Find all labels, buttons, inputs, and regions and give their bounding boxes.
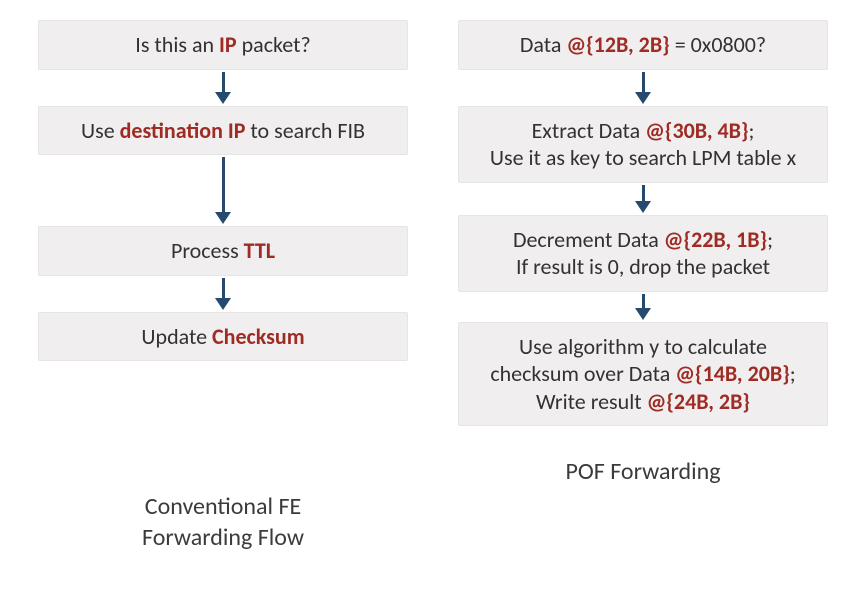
arrow-down-icon — [215, 157, 231, 224]
text: Update — [141, 323, 212, 350]
right-column: Data @{12B, 2B} = 0x0800? Extract Data @… — [458, 20, 828, 553]
left-step-1: Is this an IP packet? — [38, 20, 408, 70]
text: = 0x0800? — [670, 31, 766, 58]
left-label: Conventional FEForwarding Flow — [142, 491, 304, 553]
text: Process — [171, 237, 244, 264]
left-step-2: Use destination IP to search FIB — [38, 106, 408, 156]
text: Data — [520, 31, 566, 58]
left-step-3: Process TTL — [38, 226, 408, 276]
right-step-3: Decrement Data @{22B, 1B};If result is 0… — [458, 215, 828, 292]
highlight: @{12B, 2B} — [566, 31, 669, 58]
right-step-1: Data @{12B, 2B} = 0x0800? — [458, 20, 828, 70]
highlight: destination IP — [120, 117, 246, 144]
text: Decrement Data — [513, 226, 664, 253]
highlight: Checksum — [212, 323, 305, 350]
highlight: TTL — [244, 237, 275, 264]
highlight: @{24B, 2B} — [647, 388, 750, 415]
arrow-down-icon — [635, 294, 651, 320]
right-step-4: Use algorithm y to calculate checksum ov… — [458, 322, 828, 427]
highlight: IP — [219, 31, 237, 58]
text: Use — [81, 117, 120, 144]
arrow-down-icon — [635, 72, 651, 104]
arrow-down-icon — [635, 185, 651, 213]
right-label: POF Forwarding — [565, 456, 720, 487]
text: packet? — [237, 31, 311, 58]
highlight: @{14B, 20B} — [675, 360, 790, 387]
highlight: @{22B, 1B} — [664, 226, 767, 253]
arrow-down-icon — [215, 278, 231, 310]
diagram-columns: Is this an IP packet? Use destination IP… — [30, 20, 836, 553]
arrow-down-icon — [215, 72, 231, 104]
highlight: @{30B, 4B} — [645, 117, 748, 144]
left-step-4: Update Checksum — [38, 312, 408, 362]
text: to search FIB — [245, 117, 365, 144]
left-column: Is this an IP packet? Use destination IP… — [38, 20, 408, 553]
right-step-2: Extract Data @{30B, 4B};Use it as key to… — [458, 106, 828, 183]
text: Extract Data — [532, 117, 646, 144]
text: Is this an — [135, 31, 219, 58]
